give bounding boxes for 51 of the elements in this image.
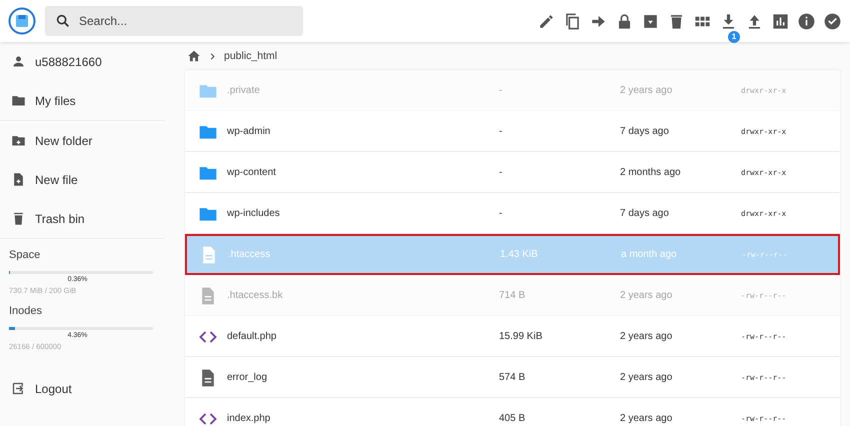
file-size: 15.99 KiB — [499, 331, 544, 342]
usage-title: Inodes — [9, 305, 44, 317]
search-icon — [55, 13, 71, 29]
info-icon[interactable] — [797, 12, 816, 30]
usage-title: Space — [9, 249, 42, 261]
file-name: wp-content — [227, 167, 277, 178]
user-item[interactable]: u588821660 — [0, 42, 175, 81]
file-size: 405 B — [499, 413, 526, 424]
copy-icon[interactable] — [563, 12, 582, 30]
modified-time: 7 days ago — [620, 126, 670, 137]
sidebar-item[interactable]: New folder — [0, 121, 175, 160]
sidebar-item[interactable]: Trash bin — [0, 199, 175, 238]
file-size: 574 B — [499, 372, 526, 383]
file-size: 714 B — [499, 290, 526, 301]
file-size: 1.43 KiB — [500, 249, 539, 260]
folder-plus-icon — [11, 133, 26, 148]
modified-time: 2 years ago — [620, 331, 674, 342]
file-size: - — [499, 126, 504, 137]
folder-icon — [11, 93, 26, 108]
notification-badge: 1 — [728, 30, 740, 42]
file-name: default.php — [227, 331, 278, 342]
file-size: - — [499, 85, 504, 96]
home-icon[interactable] — [187, 49, 201, 63]
username: u588821660 — [35, 54, 102, 68]
modified-time: 2 months ago — [620, 167, 682, 178]
modified-time: 2 years ago — [620, 85, 674, 96]
trash-icon — [11, 211, 26, 226]
sidebar-item[interactable]: New file — [0, 160, 175, 199]
sidebar-item[interactable]: My files — [0, 81, 175, 120]
file-name: .htaccess — [228, 249, 272, 260]
logout-button[interactable]: Logout — [0, 369, 175, 408]
breadcrumb-link[interactable]: public_html — [224, 50, 278, 62]
file-name: index.php — [227, 413, 272, 424]
file-name: error_log — [227, 372, 268, 383]
modified-time: 2 years ago — [620, 290, 674, 301]
file-name: .htaccess.bk — [227, 290, 284, 301]
file-name: wp-includes — [227, 208, 281, 219]
check-circle-icon[interactable] — [823, 12, 842, 30]
user-icon — [11, 54, 26, 69]
logout-icon — [11, 381, 26, 396]
modified-time: 2 years ago — [620, 372, 674, 383]
bar-chart-icon[interactable] — [771, 12, 790, 30]
modified-time: 2 years ago — [620, 413, 674, 424]
file-size: - — [499, 208, 504, 219]
file-plus-icon — [11, 172, 26, 187]
modified-time: 7 days ago — [620, 208, 670, 219]
logo-icon — [8, 7, 36, 35]
modified-time: a month ago — [621, 249, 678, 260]
file-size: - — [499, 167, 504, 178]
file-name: wp-admin — [227, 126, 272, 137]
file-name: .private — [227, 85, 261, 96]
